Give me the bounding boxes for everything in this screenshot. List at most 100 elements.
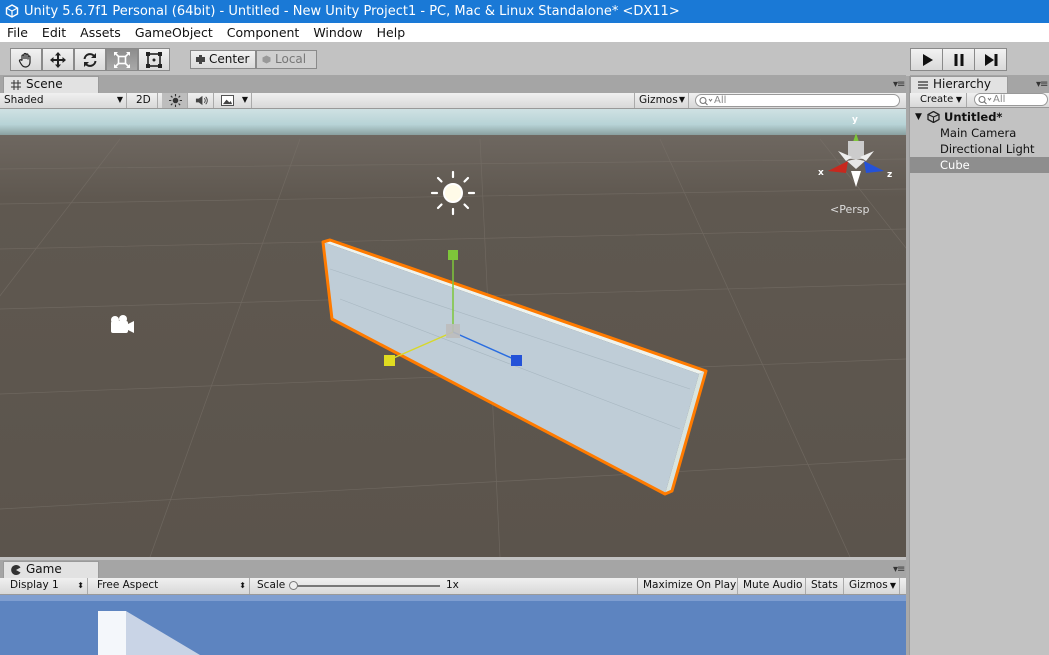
speaker-icon	[195, 95, 208, 106]
scene-panel-menu-icon[interactable]: ▾≡	[893, 79, 905, 90]
hand-tool-button[interactable]	[10, 48, 42, 71]
scale-slider-track[interactable]	[292, 585, 440, 587]
expand-arrow-icon[interactable]: ▼	[915, 109, 922, 125]
aspect-value: Free Aspect	[97, 579, 159, 591]
search-icon	[978, 95, 992, 105]
move-tool-button[interactable]	[42, 48, 74, 71]
toggle-2d-button[interactable]: 2D	[131, 93, 158, 108]
scale-label: Scale	[257, 579, 286, 591]
list-icon	[918, 81, 928, 89]
shading-mode-value: Shaded	[4, 94, 44, 106]
menu-window[interactable]: Window	[306, 25, 369, 40]
game-gizmos-label: Gizmos	[849, 579, 888, 591]
hierarchy-toolbar: Create ▼ All	[910, 93, 1049, 108]
aspect-dropdown[interactable]: Free Aspect ⬍	[92, 578, 250, 594]
chevron-down-icon: ▼	[955, 95, 962, 104]
rotate-tool-button[interactable]	[74, 48, 106, 71]
pivot-local-toggle[interactable]: Local	[256, 50, 317, 69]
image-icon	[221, 95, 234, 106]
hierarchy-search-input[interactable]: All	[974, 93, 1048, 106]
window-titlebar: Unity 5.6.7f1 Personal (64bit) - Untitle…	[0, 0, 1049, 23]
scene-effects-dropdown[interactable]: ▼	[216, 93, 252, 108]
projection-toggle[interactable]: <Persp	[830, 203, 869, 216]
gizmos-label: Gizmos	[639, 94, 678, 106]
local-cube-icon	[262, 55, 271, 64]
axis-x-label: x	[818, 168, 824, 178]
chevron-down-icon: ▼	[116, 95, 123, 104]
display-dropdown[interactable]: Display 1 ⬍	[5, 578, 88, 594]
scene-toolbar: Shaded ▼ 2D ▼ Gizmos ▼ All	[0, 93, 906, 109]
scene-name: Untitled*	[944, 110, 1003, 124]
pivot-mode-label: Center	[209, 52, 250, 66]
game-tab-row: Game ▾≡	[0, 560, 906, 578]
move-arrows-icon	[50, 51, 66, 68]
scene-lighting-toggle[interactable]	[162, 93, 188, 108]
projection-label: Persp	[839, 203, 870, 216]
hand-icon	[18, 52, 31, 68]
scale-slider-thumb[interactable]	[289, 581, 298, 590]
game-panel-menu-icon[interactable]: ▾≡	[893, 564, 905, 575]
rotate-icon	[83, 52, 97, 67]
game-viewport[interactable]	[0, 595, 906, 655]
step-button[interactable]	[974, 48, 1007, 71]
hierarchy-item-main-camera[interactable]: Main Camera	[910, 125, 1049, 141]
tab-hierarchy[interactable]: Hierarchy	[910, 76, 1008, 93]
scene-audio-toggle[interactable]	[188, 93, 214, 108]
sky	[0, 109, 906, 135]
pivot-rotation-label: Local	[275, 52, 307, 66]
window-title: Unity 5.6.7f1 Personal (64bit) - Untitle…	[24, 4, 680, 19]
mode-2d-label: 2D	[136, 94, 151, 106]
mute-label: Mute Audio	[743, 579, 803, 591]
hierarchy-scene-root[interactable]: ▼ Untitled*	[910, 109, 1049, 125]
chevron-down-icon: ▼	[241, 95, 248, 104]
pivot-center-toggle[interactable]: Center	[190, 50, 256, 69]
hierarchy-item-cube[interactable]: Cube	[910, 157, 1049, 173]
hierarchy-item-label: Cube	[940, 158, 970, 172]
menu-assets[interactable]: Assets	[73, 25, 128, 40]
rect-tool-button[interactable]	[138, 48, 170, 71]
axis-y-label: y	[852, 115, 858, 125]
hierarchy-item-label: Main Camera	[940, 126, 1017, 140]
hierarchy-search-placeholder: All	[993, 94, 1006, 105]
tab-game[interactable]: Game	[3, 561, 99, 578]
rect-transform-icon	[146, 51, 162, 68]
scene-viewport[interactable]: y x z <Persp	[0, 109, 906, 557]
scene-gizmos-dropdown[interactable]: Gizmos ▼	[634, 93, 689, 108]
scale-icon	[114, 51, 130, 68]
create-dropdown[interactable]: Create ▼	[910, 93, 967, 107]
play-button[interactable]	[910, 48, 943, 71]
hierarchy-panel-menu-icon[interactable]: ▾≡	[1036, 79, 1048, 90]
shading-mode-dropdown[interactable]: Shaded ▼	[0, 93, 127, 108]
hierarchy-item-directional-light[interactable]: Directional Light	[910, 141, 1049, 157]
play-icon	[922, 53, 933, 66]
display-value: Display 1	[10, 579, 59, 591]
menu-gameobject[interactable]: GameObject	[128, 25, 220, 40]
chevron-down-icon: ▼	[889, 581, 896, 590]
mute-audio-toggle[interactable]: Mute Audio	[738, 578, 806, 594]
menu-help[interactable]: Help	[370, 25, 413, 40]
cube-in-game	[98, 611, 126, 655]
hierarchy-item-label: Directional Light	[940, 142, 1035, 156]
maximize-on-play-toggle[interactable]: Maximize On Play	[638, 578, 738, 594]
persp-chevron-icon: <	[830, 203, 840, 216]
stats-toggle[interactable]: Stats	[806, 578, 844, 594]
step-icon	[984, 53, 997, 66]
game-toolbar: Display 1 ⬍ Free Aspect ⬍ Scale 1x Maxim…	[0, 578, 906, 595]
pivot-center-icon	[196, 55, 205, 64]
scene-tab-label: Scene	[26, 77, 63, 91]
menu-file[interactable]: File	[0, 25, 35, 40]
menu-component[interactable]: Component	[220, 25, 307, 40]
chevron-updown-icon: ⬍	[239, 581, 246, 590]
game-canvas	[0, 595, 906, 655]
stats-label: Stats	[811, 579, 838, 591]
pause-button[interactable]	[942, 48, 975, 71]
menu-edit[interactable]: Edit	[35, 25, 73, 40]
game-gizmos-dropdown[interactable]: Gizmos ▼	[844, 578, 900, 594]
scene-canvas[interactable]	[0, 109, 906, 557]
scale-tool-button[interactable]	[106, 48, 138, 71]
scene-search-input[interactable]: All	[695, 94, 900, 107]
hierarchy-tab-label: Hierarchy	[933, 77, 992, 91]
pacman-icon	[11, 565, 21, 575]
tab-scene[interactable]: Scene	[3, 76, 99, 93]
scene-tab-row: Scene ▾≡	[0, 75, 906, 93]
